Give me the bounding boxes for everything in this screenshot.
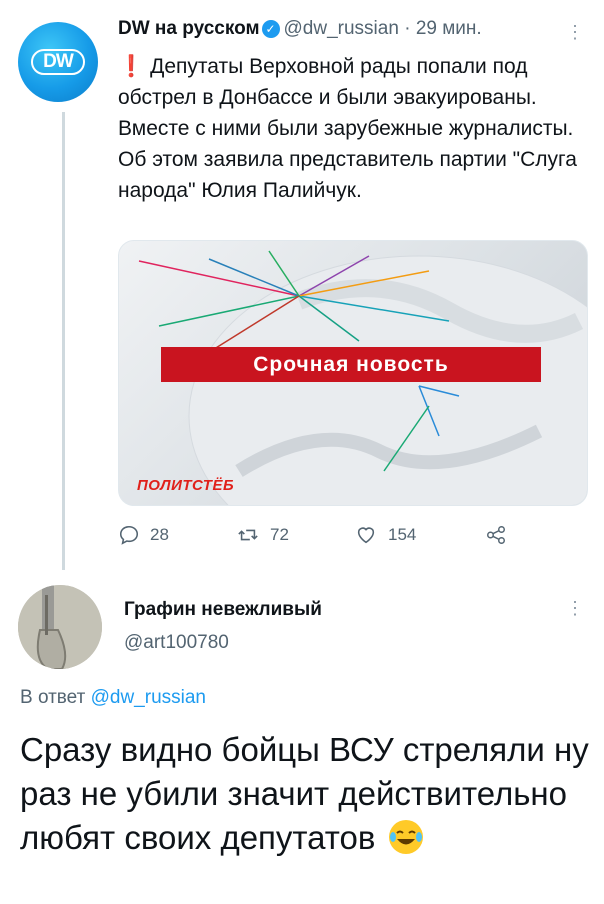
- like-count: 154: [388, 525, 417, 544]
- reply-author-name[interactable]: Графин невежливый: [124, 599, 322, 621]
- author-name[interactable]: DW на русском: [118, 18, 260, 39]
- thread-line: [62, 112, 65, 570]
- author-handle[interactable]: @dw_russian: [284, 18, 399, 39]
- retweet-icon: [238, 529, 258, 541]
- share-button[interactable]: [484, 524, 518, 546]
- like-button[interactable]: 154: [354, 524, 416, 546]
- reply-author-avatar[interactable]: [18, 585, 102, 669]
- reply-button[interactable]: 28: [118, 524, 169, 546]
- tweet-header: DW на русском ✓ @dw_russian · 29 мин.: [118, 18, 482, 40]
- breaking-news-banner: Срочная новость: [161, 347, 541, 382]
- retweet-count: 72: [270, 525, 289, 544]
- tweet-text: ❗ Депутаты Верховной рады попали под обст…: [118, 51, 588, 206]
- reply-to-link[interactable]: @dw_russian: [91, 687, 206, 708]
- reply-text: Сразу видно бойцы ВСУ стреляли ну раз не…: [20, 728, 590, 860]
- tweet-body: Депутаты Верховной рады попали под обстр…: [118, 55, 577, 202]
- reply-prefix: В ответ: [20, 687, 86, 708]
- retweet-button[interactable]: 72: [236, 524, 289, 546]
- reply-icon: [119, 525, 139, 545]
- watermark: ПОЛИТСТЁБ: [137, 477, 235, 494]
- separator: ·: [404, 18, 411, 39]
- dw-avatar[interactable]: DW: [18, 22, 98, 102]
- reply-author-handle[interactable]: @art100780: [124, 632, 229, 654]
- carafe-image: [18, 585, 102, 669]
- reply-more-options-icon[interactable]: ⋮: [566, 598, 584, 619]
- tears-of-joy-emoji-icon: [388, 820, 423, 854]
- tweet-time[interactable]: 29 мин.: [416, 18, 482, 39]
- share-icon: [487, 526, 505, 544]
- reply-body: Сразу видно бойцы ВСУ стреляли ну раз не…: [20, 731, 589, 856]
- reply-count: 28: [150, 525, 169, 544]
- heart-icon: [357, 527, 375, 544]
- more-options-icon[interactable]: ⋮: [566, 22, 584, 43]
- alert-icon: ❗: [118, 55, 145, 78]
- banner-text: Срочная новость: [253, 353, 449, 376]
- reply-context: В ответ @dw_russian: [20, 687, 206, 709]
- dw-logo: DW: [31, 49, 85, 75]
- tweet-media[interactable]: Срочная новость ПОЛИТСТЁБ: [118, 240, 588, 506]
- verified-badge-icon: ✓: [261, 20, 280, 38]
